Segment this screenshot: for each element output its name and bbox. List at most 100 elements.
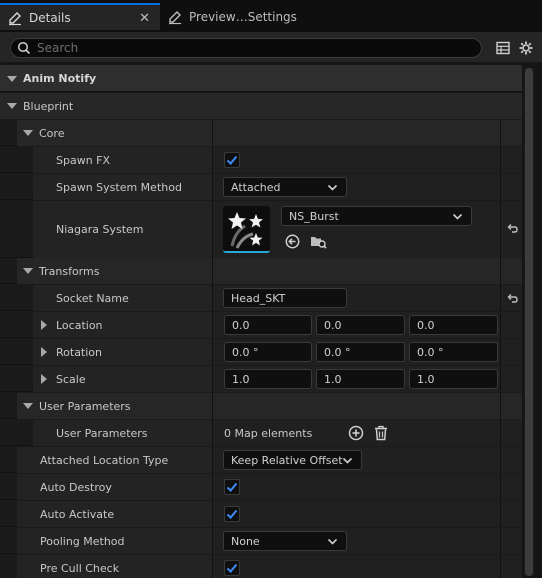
category-transforms[interactable]: Transforms bbox=[0, 258, 522, 284]
property-pooling-method: Pooling Method None bbox=[0, 528, 522, 554]
pooling-method-dropdown[interactable]: None bbox=[223, 531, 347, 551]
checkmark-icon bbox=[226, 155, 238, 165]
add-element-icon[interactable] bbox=[348, 425, 364, 441]
property-user-parameters: User Parameters 0 Map elements bbox=[0, 420, 522, 446]
niagara-system-dropdown[interactable]: NS_Burst bbox=[281, 206, 472, 226]
property-socket-name: Socket Name Head_SKT bbox=[0, 285, 522, 311]
rotation-x-field[interactable]: 0.0 ° bbox=[224, 342, 312, 362]
details-panel: Anim Notify Blueprint Core Spawn FX Spaw… bbox=[0, 65, 522, 578]
checkmark-icon bbox=[226, 509, 238, 519]
rotation-z-field[interactable]: 0.0 ° bbox=[409, 342, 498, 362]
property-rotation: Rotation 0.0 ° 0.0 ° 0.0 ° bbox=[0, 339, 522, 365]
browse-folder-icon[interactable] bbox=[310, 234, 327, 249]
reset-to-default-icon[interactable] bbox=[506, 292, 518, 304]
expand-arrow-icon[interactable] bbox=[41, 320, 47, 330]
dropdown-value: None bbox=[231, 534, 260, 548]
property-scale: Scale 1.0 1.0 1.0 bbox=[0, 366, 522, 392]
property-spawn-fx: Spawn FX bbox=[0, 147, 522, 173]
checkmark-icon bbox=[226, 563, 238, 573]
scale-z-field[interactable]: 1.0 bbox=[409, 369, 498, 389]
chevron-down-icon bbox=[327, 182, 338, 193]
property-auto-destroy: Auto Destroy bbox=[0, 474, 522, 500]
category-anim-notify[interactable]: Anim Notify bbox=[0, 65, 522, 92]
dropdown-value: Attached bbox=[231, 180, 281, 194]
location-x-field[interactable]: 0.0 bbox=[224, 315, 312, 335]
property-label: Location bbox=[56, 318, 103, 332]
reset-to-default-icon[interactable] bbox=[506, 222, 518, 234]
tab-preview-settings-label: Preview…Settings bbox=[189, 9, 297, 24]
map-elements-count: 0 Map elements bbox=[224, 426, 313, 440]
collapse-arrow-icon[interactable] bbox=[23, 403, 33, 409]
expand-arrow-icon[interactable] bbox=[41, 347, 47, 357]
property-location: Location 0.0 0.0 0.0 bbox=[0, 312, 522, 338]
pencil-icon bbox=[7, 10, 23, 26]
checkmark-icon bbox=[226, 482, 238, 492]
property-label: Attached Location Type bbox=[40, 453, 169, 467]
stars-icon bbox=[228, 212, 263, 249]
spawn-fx-checkbox[interactable] bbox=[224, 152, 240, 168]
category-core[interactable]: Core bbox=[0, 120, 522, 146]
gear-icon[interactable] bbox=[519, 41, 533, 55]
category-label: User Parameters bbox=[39, 399, 131, 413]
property-auto-activate: Auto Activate bbox=[0, 501, 522, 527]
scale-y-field[interactable]: 1.0 bbox=[316, 369, 405, 389]
tab-details[interactable]: Details ✕ bbox=[0, 3, 160, 30]
collapse-arrow-icon[interactable] bbox=[23, 130, 33, 136]
tab-details-label: Details bbox=[29, 10, 71, 25]
category-label: Anim Notify bbox=[23, 72, 97, 85]
spawn-system-method-dropdown[interactable]: Attached bbox=[223, 177, 347, 197]
property-label: Auto Activate bbox=[40, 507, 115, 521]
use-selected-icon[interactable] bbox=[285, 234, 300, 249]
niagara-thumbnail[interactable] bbox=[223, 206, 270, 253]
location-y-field[interactable]: 0.0 bbox=[316, 315, 405, 335]
property-label: Scale bbox=[56, 372, 86, 386]
property-spawn-system-method: Spawn System Method Attached bbox=[0, 174, 522, 200]
collapse-arrow-icon[interactable] bbox=[7, 103, 17, 109]
property-label: Spawn System Method bbox=[56, 180, 182, 194]
property-label: Rotation bbox=[56, 345, 103, 359]
rotation-y-field[interactable]: 0.0 ° bbox=[316, 342, 405, 362]
search-placeholder: Search bbox=[37, 41, 79, 55]
category-label: Blueprint bbox=[23, 99, 74, 113]
property-pre-cull-check: Pre Cull Check bbox=[0, 555, 522, 578]
close-icon[interactable]: ✕ bbox=[139, 11, 150, 26]
search-input[interactable]: Search bbox=[10, 38, 482, 58]
search-area: Search bbox=[0, 32, 542, 62]
category-label: Core bbox=[39, 126, 65, 140]
property-attached-location-type: Attached Location Type Keep Relative Off… bbox=[0, 447, 522, 473]
property-label: Spawn FX bbox=[56, 153, 111, 167]
property-label: User Parameters bbox=[56, 426, 148, 440]
vertical-scrollbar[interactable] bbox=[524, 68, 534, 576]
table-icon[interactable] bbox=[496, 41, 510, 55]
chevron-down-icon bbox=[342, 455, 353, 466]
dropdown-value: NS_Burst bbox=[289, 209, 339, 223]
scrollbar-thumb[interactable] bbox=[525, 68, 533, 576]
tab-bar: Details ✕ Preview…Settings bbox=[0, 0, 542, 32]
chevron-down-icon bbox=[452, 211, 463, 222]
search-icon bbox=[17, 41, 31, 55]
tab-preview-settings[interactable]: Preview…Settings bbox=[160, 3, 320, 30]
dropdown-value: Keep Relative Offset bbox=[231, 453, 343, 467]
property-label: Auto Destroy bbox=[40, 480, 112, 494]
location-z-field[interactable]: 0.0 bbox=[409, 315, 498, 335]
trash-icon[interactable] bbox=[374, 425, 388, 441]
scale-x-field[interactable]: 1.0 bbox=[224, 369, 312, 389]
property-label: Pre Cull Check bbox=[40, 561, 120, 575]
category-user-parameters[interactable]: User Parameters bbox=[0, 393, 522, 419]
auto-destroy-checkbox[interactable] bbox=[224, 479, 240, 495]
category-label: Transforms bbox=[39, 264, 100, 278]
socket-name-field[interactable]: Head_SKT bbox=[223, 288, 347, 308]
auto-activate-checkbox[interactable] bbox=[224, 506, 240, 522]
pencil-icon bbox=[167, 9, 183, 25]
category-blueprint[interactable]: Blueprint bbox=[0, 93, 522, 119]
collapse-arrow-icon[interactable] bbox=[7, 76, 17, 82]
collapse-arrow-icon[interactable] bbox=[23, 268, 33, 274]
property-niagara-system: Niagara System NS_Burst bbox=[0, 201, 522, 258]
chevron-down-icon bbox=[327, 536, 338, 547]
attached-location-type-dropdown[interactable]: Keep Relative Offset bbox=[223, 450, 362, 470]
property-label: Socket Name bbox=[56, 291, 129, 305]
expand-arrow-icon[interactable] bbox=[41, 374, 47, 384]
property-label: Pooling Method bbox=[40, 534, 125, 548]
pre-cull-check-checkbox[interactable] bbox=[224, 560, 240, 576]
property-label: Niagara System bbox=[56, 222, 144, 236]
